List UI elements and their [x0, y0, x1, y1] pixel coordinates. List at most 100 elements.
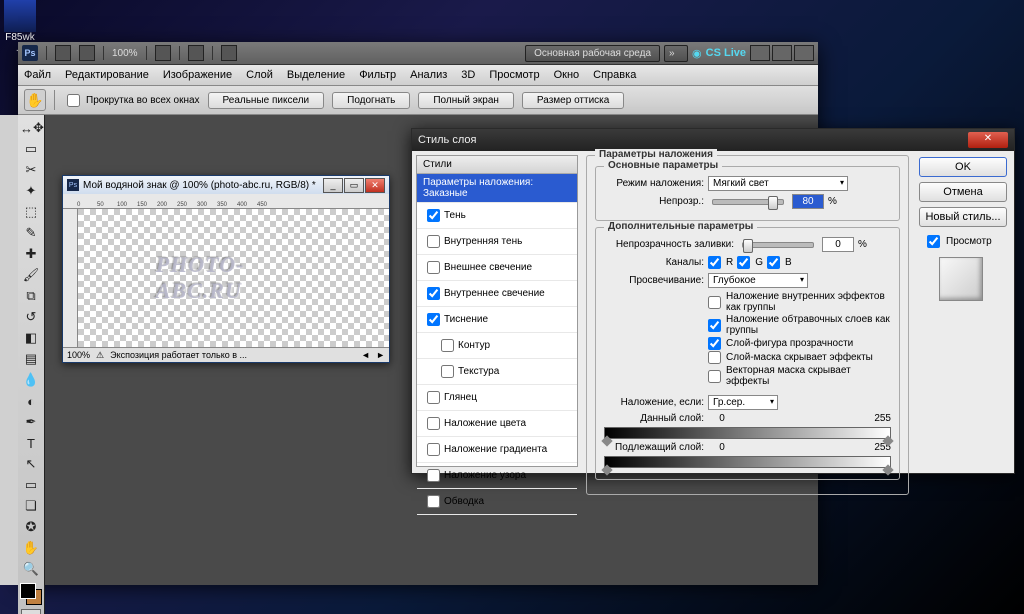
- menu-edit[interactable]: Редактирование: [65, 69, 149, 81]
- scroll-all-windows-checkbox[interactable]: Прокрутка во всех окнах: [63, 91, 200, 110]
- minibridge-icon[interactable]: [79, 45, 95, 61]
- blendif-select[interactable]: Гр.сер.: [708, 395, 778, 410]
- status-arrow-left[interactable]: ◄: [361, 350, 370, 360]
- menu-3d[interactable]: 3D: [461, 69, 475, 81]
- eraser-tool[interactable]: ◧: [20, 328, 42, 348]
- gradient-tool[interactable]: ▤: [20, 349, 42, 369]
- hand-tool-icon[interactable]: ✋: [24, 89, 46, 111]
- doc-maximize-button[interactable]: ▭: [344, 178, 364, 193]
- adv-check-3[interactable]: Слой-маска скрывает эффекты: [708, 351, 891, 364]
- style-item-1[interactable]: Тень: [417, 203, 577, 229]
- fill-opacity-value[interactable]: 0: [822, 237, 854, 252]
- preview-checkbox[interactable]: Просмотр: [923, 232, 1008, 251]
- menu-file[interactable]: Файл: [24, 69, 51, 81]
- adv-check-1[interactable]: Наложение обтравочных слоев как группы: [708, 314, 891, 336]
- ok-button[interactable]: OK: [919, 157, 1007, 177]
- workspace-more-button[interactable]: »: [664, 45, 688, 62]
- zoom-select[interactable]: 100%: [112, 48, 138, 59]
- bridge-icon[interactable]: [55, 45, 71, 61]
- marquee-tool[interactable]: ▭: [20, 139, 42, 159]
- menu-select[interactable]: Выделение: [287, 69, 345, 81]
- menu-filter[interactable]: Фильтр: [359, 69, 396, 81]
- fit-screen-button[interactable]: Подогнать: [332, 92, 410, 109]
- menu-layer[interactable]: Слой: [246, 69, 273, 81]
- stamp-tool[interactable]: ⧉: [20, 286, 42, 306]
- eyedropper-tool[interactable]: ✎: [20, 223, 42, 243]
- style-item-0[interactable]: Параметры наложения: Заказные: [417, 174, 577, 203]
- channel-g-checkbox[interactable]: G: [737, 256, 763, 269]
- print-size-button[interactable]: Размер оттиска: [522, 92, 624, 109]
- workspace-button[interactable]: Основная рабочая среда: [525, 45, 660, 62]
- cancel-button[interactable]: Отмена: [919, 182, 1007, 202]
- view-extras-icon[interactable]: [155, 45, 171, 61]
- adv-check-4[interactable]: Векторная маска скрывает эффекты: [708, 365, 891, 387]
- close-button[interactable]: [794, 45, 814, 61]
- doc-minimize-button[interactable]: _: [323, 178, 343, 193]
- canvas[interactable]: PHOTO-ABC.RU: [78, 209, 389, 347]
- crop-tool[interactable]: ⬚: [20, 202, 42, 222]
- brush-tool[interactable]: 🖌: [20, 265, 42, 285]
- channel-b-checkbox[interactable]: B: [767, 256, 792, 269]
- this-layer-label: Данный слой:: [604, 413, 704, 424]
- menu-image[interactable]: Изображение: [163, 69, 232, 81]
- fill-opacity-label: Непрозрачность заливки:: [604, 239, 734, 250]
- move-tool[interactable]: ↔: [20, 121, 33, 136]
- style-item-4[interactable]: Внутреннее свечение: [417, 281, 577, 307]
- style-item-2[interactable]: Внутренняя тень: [417, 229, 577, 255]
- style-item-5[interactable]: Тиснение: [417, 307, 577, 333]
- fill-opacity-slider[interactable]: [742, 242, 814, 248]
- style-item-11[interactable]: Наложение узора: [417, 463, 577, 489]
- history-brush-tool[interactable]: ↺: [20, 307, 42, 327]
- lasso-tool[interactable]: ✂: [20, 160, 42, 180]
- menu-view[interactable]: Просмотр: [489, 69, 539, 81]
- minimize-button[interactable]: [750, 45, 770, 61]
- knockout-select[interactable]: Глубокое: [708, 273, 808, 288]
- hand-tool[interactable]: ✋: [20, 538, 42, 558]
- style-item-7[interactable]: Текстура: [417, 359, 577, 385]
- menu-analysis[interactable]: Анализ: [410, 69, 447, 81]
- dialog-titlebar[interactable]: Стиль слоя ✕: [412, 129, 1014, 151]
- status-zoom[interactable]: 100%: [67, 350, 90, 360]
- style-item-10[interactable]: Наложение градиента: [417, 437, 577, 463]
- new-style-button[interactable]: Новый стиль...: [919, 207, 1007, 227]
- screenmode-icon[interactable]: [221, 45, 237, 61]
- adv-check-2[interactable]: Слой-фигура прозрачности: [708, 337, 891, 350]
- arrange-icon[interactable]: [188, 45, 204, 61]
- blur-tool[interactable]: 💧: [20, 370, 42, 390]
- style-item-3[interactable]: Внешнее свечение: [417, 255, 577, 281]
- actual-pixels-button[interactable]: Реальные пиксели: [208, 92, 325, 109]
- document-titlebar[interactable]: Ps Мой водяной знак @ 100% (photo-abc.ru…: [63, 176, 389, 194]
- status-arrow-right[interactable]: ►: [376, 350, 385, 360]
- maximize-button[interactable]: [772, 45, 792, 61]
- cs-live[interactable]: CS Live: [706, 47, 746, 59]
- style-item-8[interactable]: Глянец: [417, 385, 577, 411]
- style-item-9[interactable]: Наложение цвета: [417, 411, 577, 437]
- pen-tool[interactable]: ✒: [20, 412, 42, 432]
- type-tool[interactable]: T: [20, 433, 42, 453]
- color-swatches[interactable]: [20, 583, 42, 605]
- underlying-layer-gradient[interactable]: [604, 456, 891, 468]
- channel-r-checkbox[interactable]: R: [708, 256, 733, 269]
- shape-tool[interactable]: ▭: [20, 475, 42, 495]
- menu-help[interactable]: Справка: [593, 69, 636, 81]
- quickmask-toggle[interactable]: [21, 609, 41, 614]
- this-layer-gradient[interactable]: [604, 427, 891, 439]
- adv-check-0[interactable]: Наложение внутренних эффектов как группы: [708, 291, 891, 313]
- heal-tool[interactable]: ✚: [20, 244, 42, 264]
- opacity-value[interactable]: 80: [792, 194, 824, 209]
- dialog-close-button[interactable]: ✕: [968, 132, 1008, 148]
- 3d-camera-tool[interactable]: ✪: [20, 517, 42, 537]
- zoom-tool[interactable]: 🔍: [20, 559, 42, 579]
- path-tool[interactable]: ↖: [20, 454, 42, 474]
- full-screen-button[interactable]: Полный экран: [418, 92, 514, 109]
- opacity-slider[interactable]: [712, 199, 784, 205]
- dodge-tool[interactable]: ◐: [20, 391, 42, 411]
- style-item-6[interactable]: Контур: [417, 333, 577, 359]
- blend-mode-select[interactable]: Мягкий свет: [708, 176, 848, 191]
- menu-window[interactable]: Окно: [554, 69, 580, 81]
- style-item-12[interactable]: Обводка: [417, 489, 577, 515]
- artboard-tool[interactable]: ✥: [33, 120, 44, 136]
- wand-tool[interactable]: ✦: [20, 181, 42, 201]
- doc-close-button[interactable]: ✕: [365, 178, 385, 193]
- 3d-tool[interactable]: ❏: [20, 496, 42, 516]
